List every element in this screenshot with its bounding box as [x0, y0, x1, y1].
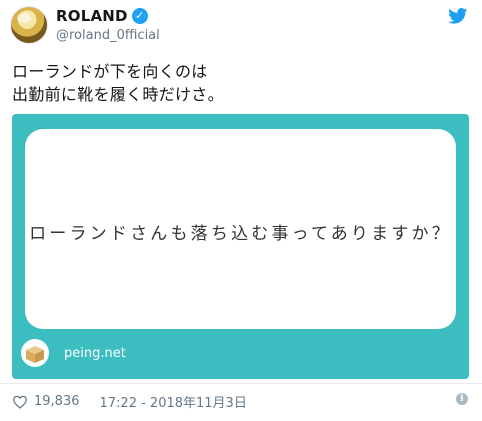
question-text: ローランドさんも落ち込む事ってありますか？ — [29, 223, 452, 244]
tweet-footer: 19,836 17:22 - 2018年11月3日 — [12, 392, 247, 411]
peing-box-icon — [21, 339, 49, 367]
timestamp[interactable]: 17:22 - 2018年11月3日 — [100, 392, 247, 411]
tweet-line-2: 出勤前に靴を履く時だけさ。 — [12, 85, 224, 104]
like-count[interactable]: 19,836 — [34, 394, 80, 409]
tweet-line-1: ローランドが下を向くのは — [12, 62, 208, 81]
verified-badge-icon: ✓ — [131, 8, 148, 24]
tweet-text: ローランドが下を向くのは 出勤前に靴を履く時だけさ。 — [12, 60, 224, 106]
display-name[interactable]: ROLAND — [56, 7, 128, 25]
author-name-row: ROLAND ✓ — [56, 7, 148, 25]
card-footer: peing.net — [20, 339, 126, 367]
question-box: ローランドさんも落ち込む事ってありますか？ — [25, 129, 456, 329]
card-domain[interactable]: peing.net — [64, 346, 126, 361]
link-card[interactable]: ローランドさんも落ち込む事ってありますか？ peing.net — [12, 114, 469, 379]
footer-divider — [0, 383, 482, 384]
user-handle[interactable]: @roland_0fficial — [56, 28, 160, 43]
twitter-bird-icon[interactable] — [448, 8, 468, 24]
info-icon[interactable]: i — [456, 393, 468, 405]
profile-avatar[interactable] — [10, 6, 48, 44]
heart-icon[interactable] — [12, 395, 28, 409]
